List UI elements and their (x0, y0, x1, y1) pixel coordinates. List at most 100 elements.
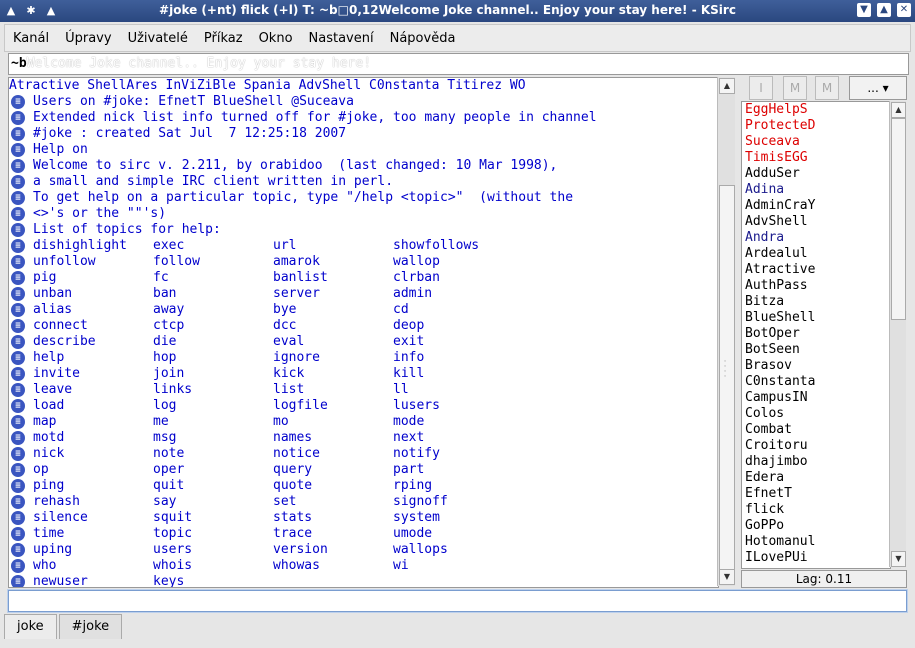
scroll-down-icon[interactable]: ▼ (719, 569, 735, 585)
nick-button-2[interactable]: M (783, 76, 807, 100)
pin-icon[interactable]: ▲ (44, 3, 58, 17)
help-topic: info (393, 350, 425, 365)
help-topic: ignore (273, 350, 320, 365)
help-topic: links (153, 382, 193, 397)
help-topic: note (153, 446, 185, 461)
info-icon: ≡ (11, 270, 25, 285)
nick-item[interactable]: Andra (742, 230, 890, 246)
help-row: ≡ who whois whowas wi (9, 558, 718, 574)
nick-item[interactable]: flick (742, 502, 890, 518)
help-topic: url (273, 238, 297, 253)
nick-item[interactable]: Brasov (742, 358, 890, 374)
menu-settings[interactable]: Nastavení (301, 31, 382, 46)
nick-item[interactable]: Edera (742, 470, 890, 486)
settings-icon[interactable]: ✱ (24, 3, 38, 17)
help-topic: alias (33, 302, 73, 317)
nick-item[interactable]: Combat (742, 422, 890, 438)
help-topic: quote (273, 478, 313, 493)
more-dropdown[interactable]: ... ▾ (849, 76, 907, 100)
help-topic: msg (153, 430, 177, 445)
nick-item[interactable]: Adina (742, 182, 890, 198)
nick-button-3[interactable]: M (815, 76, 839, 100)
menu-bar: Kanál Úpravy Uživatelé Příkaz Okno Nasta… (0, 22, 915, 52)
nick-list[interactable]: EggHelpS ProtecteD Suceava TimisEGG AdduSer A… (741, 101, 891, 569)
nick-item[interactable]: EggHelpS (742, 102, 890, 118)
nick-item[interactable]: BotOper (742, 326, 890, 342)
help-topic: log (153, 398, 177, 413)
help-topic: dcc (273, 318, 297, 333)
help-topic: version (273, 542, 328, 557)
channel-tabs: joke #joke (4, 614, 124, 640)
help-topic: eval (273, 334, 305, 349)
nick-button-1[interactable]: I (749, 76, 773, 100)
help-topic: set (273, 494, 297, 509)
scroll-up-icon[interactable]: ▲ (719, 78, 735, 94)
help-topic: trace (273, 526, 313, 541)
message-area[interactable]: Atractive ShellAres InViZiBle Spania Adv… (8, 77, 719, 588)
topic-control-code: ~b (11, 56, 27, 71)
maximize-icon[interactable]: ▲ (877, 3, 891, 17)
message-scrollbar[interactable]: ▲ ▼ (717, 77, 735, 586)
nick-item[interactable]: Bitza (742, 294, 890, 310)
nick-scrollbar[interactable]: ▲ ▼ (889, 101, 906, 567)
close-icon[interactable]: ✕ (897, 3, 911, 17)
message-text: #joke : created Sat Jul 7 12:25:18 2007 (33, 126, 347, 141)
nick-item[interactable]: Suceava (742, 134, 890, 150)
nick-item[interactable]: EfnetT (742, 486, 890, 502)
minimize-icon[interactable]: ▼ (857, 3, 871, 17)
message-line: ≡ Extended nick list info turned off for … (9, 110, 718, 126)
tab-joke[interactable]: joke (4, 614, 57, 639)
nick-item[interactable]: AdminCraY (742, 198, 890, 214)
menu-users[interactable]: Uživatelé (120, 31, 196, 46)
window-title: #joke (+nt) flick (+l) T: ~b□0,12Welcome… (159, 3, 736, 17)
help-topic: motd (33, 430, 65, 445)
message-input[interactable] (8, 590, 907, 612)
nick-item[interactable]: Hotomanul (742, 534, 890, 550)
nick-item[interactable]: AdvShell (742, 214, 890, 230)
nick-item[interactable]: C0nstanta (742, 374, 890, 390)
app-icon[interactable]: ▲ (4, 3, 18, 17)
message-list: Atractive ShellAres InViZiBle Spania Adv… (9, 78, 718, 588)
help-topic: query (273, 462, 313, 477)
nick-item[interactable]: BotSeen (742, 342, 890, 358)
help-topic: whowas (273, 558, 320, 573)
nick-item[interactable]: ProtecteD (742, 118, 890, 134)
help-topic: squit (153, 510, 193, 525)
tab-hash-joke[interactable]: #joke (58, 614, 123, 639)
nick-item[interactable]: ILovePUi (742, 550, 890, 566)
nick-scroll-up-icon[interactable]: ▲ (891, 102, 906, 118)
help-topic: wallop (393, 254, 440, 269)
nick-item[interactable]: CampusIN (742, 390, 890, 406)
nick-item[interactable]: AdduSer (742, 166, 890, 182)
splitter-handle[interactable]: · · · · (722, 358, 728, 382)
help-topic: newuser (33, 574, 88, 588)
nick-item[interactable]: Atractive (742, 262, 890, 278)
info-icon: ≡ (11, 126, 25, 141)
help-topic: wallops (393, 542, 448, 557)
help-topic: exit (393, 334, 425, 349)
help-topic: join (153, 366, 185, 381)
nick-item[interactable]: BlueShell (742, 310, 890, 326)
help-topic: silence (33, 510, 88, 525)
help-topic: keys (153, 574, 185, 588)
nick-item[interactable]: Croitoru (742, 438, 890, 454)
menu-window[interactable]: Okno (251, 31, 301, 46)
menu-help[interactable]: Nápověda (382, 31, 464, 46)
nick-scroll-thumb[interactable] (891, 118, 906, 320)
help-topic: leave (33, 382, 73, 397)
nick-scroll-down-icon[interactable]: ▼ (891, 551, 906, 567)
topic-field[interactable]: ~bWelcome Joke channel.. Enjoy your stay… (8, 53, 909, 75)
message-text: <>'s or the ""'s) (33, 206, 167, 221)
menu-command[interactable]: Příkaz (196, 31, 251, 46)
nick-item[interactable]: AuthPass (742, 278, 890, 294)
nick-item[interactable]: GoPPo (742, 518, 890, 534)
message-text: Users on #joke: EfnetT BlueShell @Suceav… (33, 94, 354, 109)
help-topic: unfollow (33, 254, 96, 269)
help-row: ≡ connect ctcp dcc deop (9, 318, 718, 334)
menu-channel[interactable]: Kanál (5, 31, 57, 46)
menu-edit[interactable]: Úpravy (57, 31, 119, 46)
nick-item[interactable]: TimisEGG (742, 150, 890, 166)
nick-item[interactable]: Colos (742, 406, 890, 422)
nick-item[interactable]: Ardealul (742, 246, 890, 262)
nick-item[interactable]: dhajimbo (742, 454, 890, 470)
